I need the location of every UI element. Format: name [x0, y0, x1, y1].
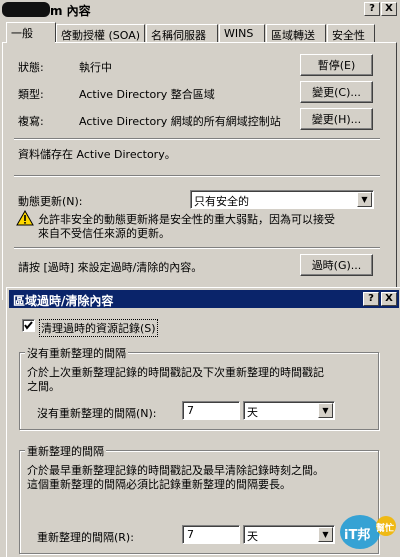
aging-button[interactable]: 過時(G)... — [300, 254, 373, 276]
status-label: 狀態: — [18, 61, 44, 74]
norefresh-unit-value: 天 — [247, 406, 258, 419]
norefresh-interval-input[interactable]: 7 — [182, 401, 240, 420]
norefresh-group-title: 沒有重新整理的間隔 — [25, 345, 128, 361]
refresh-description-line2: 這個重新整理的間隔必須比記錄重新整理的間隔要長。 — [27, 478, 291, 491]
tab-general[interactable]: 一般 — [6, 22, 56, 43]
warning-icon — [16, 210, 34, 226]
refresh-interval-label: 重新整理的間隔(R): — [37, 531, 134, 544]
close-icon: X — [385, 3, 393, 14]
tab-label: 一般 — [11, 27, 33, 40]
outer-close-button[interactable]: X — [381, 2, 397, 16]
tab-zone-transfers[interactable]: 區域轉送 — [266, 24, 326, 42]
chevron-down-icon[interactable]: ▼ — [318, 527, 333, 542]
ithome-watermark-logo: iT邦 幫忙 — [338, 512, 398, 554]
norefresh-unit-select[interactable]: 天 ▼ — [243, 401, 335, 420]
tab-wins[interactable]: WINS — [219, 24, 265, 42]
chevron-down-icon[interactable]: ▼ — [318, 403, 333, 418]
storage-text: 資料儲存在 Active Directory。 — [18, 148, 176, 161]
aging-instruction-text: 請按 [過時] 來設定過時/清除的內容。 — [18, 261, 203, 274]
dynamic-update-label: 動態更新(N): — [18, 195, 83, 208]
tab-label: 區域轉送 — [271, 29, 315, 42]
aging-close-button[interactable]: X — [381, 292, 397, 306]
logo-subtext: 幫忙 — [376, 524, 395, 534]
scavenge-checkbox[interactable] — [22, 319, 35, 332]
tab-soa[interactable]: 啓動授權 (SOA) — [56, 24, 145, 42]
tab-label: WINS — [224, 27, 254, 40]
tab-label: 名稱伺服器 — [151, 29, 206, 42]
dynamic-update-select[interactable]: 只有安全的 ▼ — [190, 190, 374, 209]
tab-label: 啓動授權 (SOA) — [61, 29, 141, 42]
norefresh-interval-value: 7 — [187, 404, 194, 417]
separator — [14, 247, 380, 249]
tab-gap — [7, 41, 55, 43]
norefresh-interval-label: 沒有重新整理的間隔(N): — [37, 407, 157, 420]
change-type-button[interactable]: 變更(C)... — [300, 81, 373, 103]
tab-label: 安全性 — [332, 29, 365, 42]
logo-text: iT邦 — [344, 528, 371, 543]
outer-help-button[interactable]: ? — [364, 2, 380, 16]
replication-label: 複寫: — [18, 115, 44, 128]
refresh-group-title: 重新整理的間隔 — [25, 443, 106, 459]
norefresh-description-line2: 之間。 — [27, 380, 60, 393]
change-replication-button[interactable]: 變更(H)... — [300, 108, 373, 130]
tab-name-servers[interactable]: 名稱伺服器 — [146, 24, 218, 42]
status-value: 執行中 — [79, 61, 112, 74]
type-value: Active Directory 整合區域 — [79, 88, 215, 101]
norefresh-description-line1: 介於上次重新整理記錄的時間戳記及下次重新整理的時間戳記 — [27, 366, 324, 379]
help-icon: ? — [369, 3, 375, 14]
checkmark-icon — [24, 321, 33, 330]
dynamic-update-selected-value: 只有安全的 — [194, 195, 249, 208]
help-icon: ? — [368, 293, 374, 304]
warning-text-line2: 來自不受信任來源的更新。 — [38, 227, 170, 240]
chevron-down-icon[interactable]: ▼ — [357, 192, 372, 207]
separator — [14, 138, 380, 140]
type-label: 類型: — [18, 88, 44, 101]
tab-security[interactable]: 安全性 — [327, 24, 375, 42]
refresh-unit-select[interactable]: 天 ▼ — [243, 525, 335, 544]
replication-value: Active Directory 網域的所有網域控制站 — [79, 115, 281, 128]
pause-button-label: 暫停(E) — [317, 59, 356, 72]
aging-help-button[interactable]: ? — [363, 292, 379, 306]
close-icon: X — [385, 293, 393, 304]
aging-button-label: 過時(G)... — [311, 259, 362, 272]
aging-dialog-title-bar: 區域過時/清除內容 ? X — [9, 290, 399, 308]
change-type-button-label: 變更(C)... — [312, 86, 361, 99]
aging-dialog-title: 區域過時/清除內容 — [13, 294, 114, 308]
scavenge-checkbox-label[interactable]: 清理過時的資源記錄(S) — [39, 319, 158, 337]
change-replication-button-label: 變更(H)... — [311, 113, 362, 126]
outer-window-title: m 內容 — [50, 4, 91, 18]
refresh-unit-value: 天 — [247, 530, 258, 543]
separator — [14, 175, 380, 177]
refresh-interval-value: 7 — [187, 528, 194, 541]
outer-title-bar: m 內容 ? X — [0, 0, 400, 20]
redacted-blot — [2, 2, 50, 17]
pause-button[interactable]: 暫停(E) — [300, 54, 373, 76]
refresh-interval-input[interactable]: 7 — [182, 525, 240, 544]
